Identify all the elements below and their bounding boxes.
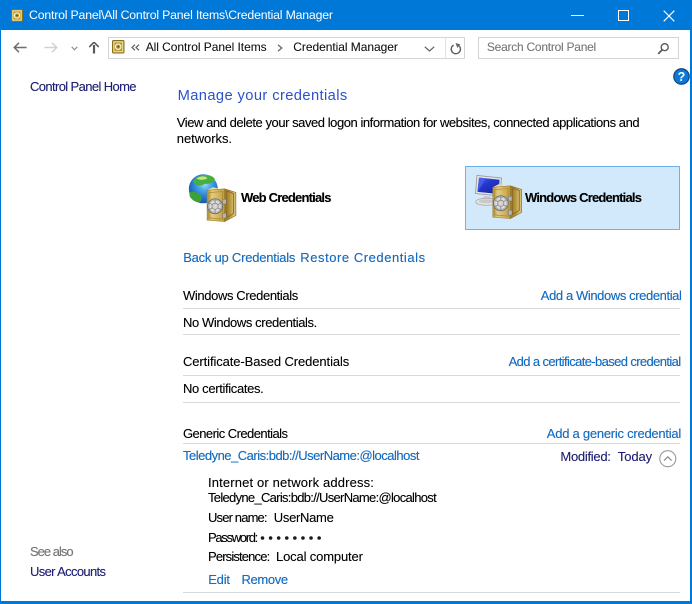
svg-text:?: ? bbox=[677, 69, 685, 83]
